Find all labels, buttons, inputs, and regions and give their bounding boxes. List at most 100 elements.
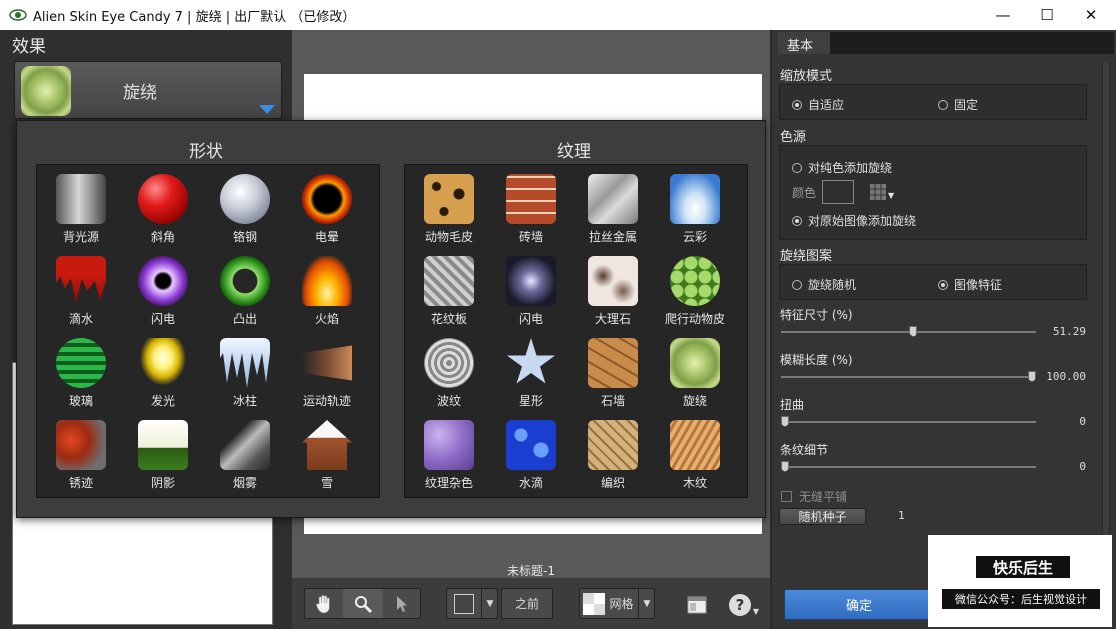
layout-toggle-button[interactable] (682, 590, 712, 619)
effect-tile-label: 运动轨迹 (302, 394, 351, 408)
twist-track[interactable] (781, 421, 1036, 423)
effect-tile-backlight[interactable]: 背光源 (40, 168, 122, 250)
effect-tile-extrude[interactable]: 凸出 (204, 250, 286, 332)
stripe-detail-track[interactable] (781, 466, 1036, 468)
radio-fit-label: 自适应 (808, 98, 845, 112)
checkbox-icon (781, 491, 792, 502)
radio-fixed[interactable]: 固定 (938, 96, 978, 113)
effect-tile-clouds[interactable]: 云彩 (654, 168, 736, 250)
effect-tile-label: 阴影 (150, 476, 175, 490)
maximize-button[interactable]: ☐ (1024, 0, 1070, 30)
effect-tile-water-drops[interactable]: 水滴 (490, 414, 572, 496)
effect-tile-chrome[interactable]: 铬钢 (204, 168, 286, 250)
watermark-subtitle: 微信公众号：后生视觉设计 (942, 589, 1100, 609)
effect-tile-glow[interactable]: 发光 (122, 332, 204, 414)
help-button[interactable]: ? ▼ (724, 590, 764, 619)
select-tool-button[interactable] (383, 589, 421, 618)
effect-picker-popup: 形状 纹理 背光源 斜角 铬钢 电晕 滴水 闪电 凸出 火焰 玻璃 发光 冰柱 运动轨迹 锈迹 阴影 烟雾 雪… (16, 120, 766, 518)
tab-basic[interactable]: 基本 (778, 32, 830, 54)
radio-random[interactable]: 旋绕随机 (792, 276, 856, 293)
feature-size-knob[interactable] (909, 326, 918, 337)
swirl-pattern-label: 旋绕图案 (780, 249, 833, 264)
effect-tile-glass[interactable]: 玻璃 (40, 332, 122, 414)
effect-selector-button[interactable]: 旋绕 (14, 61, 282, 119)
scrollbar-thumb[interactable] (1103, 63, 1109, 543)
seamless-tile-label: 无缝平铺 (799, 490, 848, 504)
effect-tile-smoke[interactable]: 烟雾 (204, 414, 286, 496)
effect-tile-marble[interactable]: 大理石 (572, 250, 654, 332)
effect-tile-rust[interactable]: 锈迹 (40, 414, 122, 496)
zoom-tool-button[interactable] (343, 589, 383, 618)
effect-tile-star[interactable]: 星形 (490, 332, 572, 414)
color-swatch-button[interactable] (822, 180, 854, 204)
ok-button[interactable]: 确定 (784, 589, 934, 620)
ripples-icon (424, 338, 474, 388)
effect-tile-brushed-metal[interactable]: 拉丝金属 (572, 168, 654, 250)
before-button[interactable]: 之前 (501, 588, 553, 619)
settings-scrollbar[interactable] (1102, 63, 1110, 543)
slider-label: 模糊长度 (%) (780, 353, 853, 367)
minimize-button[interactable]: — (980, 0, 1026, 30)
random-seed-button[interactable]: 随机种子 (779, 508, 866, 525)
grid-dropdown[interactable]: ▼ (638, 589, 655, 618)
grid-picker-icon (870, 183, 886, 200)
effect-tile-fire[interactable]: 火焰 (286, 250, 368, 332)
effect-tile-label: 纹理杂色 (424, 476, 473, 490)
effect-tile-weave[interactable]: 编织 (572, 414, 654, 496)
effect-tile-label: 大理石 (594, 312, 631, 326)
radio-random-label: 旋绕随机 (808, 278, 857, 292)
effect-tile-motion-trail[interactable]: 运动轨迹 (286, 332, 368, 414)
color-picker-dropdown[interactable]: ▼ (870, 183, 894, 200)
radio-selected-icon (792, 99, 802, 110)
smoke-icon (220, 420, 270, 470)
animal-fur-icon (424, 174, 474, 224)
effect-tile-label: 闪电 (150, 312, 175, 326)
effect-tile-label: 斜角 (150, 230, 175, 244)
twist-knob[interactable] (781, 416, 789, 427)
radio-original-image[interactable]: 对原始图像添加旋绕 (792, 212, 916, 229)
effect-tile-corona[interactable]: 电晕 (286, 168, 368, 250)
random-seed-value: 1 (898, 509, 905, 522)
radio-solid-color[interactable]: 对纯色添加旋绕 (792, 159, 892, 176)
radio-fit[interactable]: 自适应 (792, 96, 844, 113)
preview-toolbar: ▼ 之前 网格 ▼ ? ▼ (292, 578, 770, 629)
effect-tile-texture-noise[interactable]: 纹理杂色 (408, 414, 490, 496)
color-label: 颜色 (792, 186, 817, 200)
bg-color-dropdown[interactable]: ▼ (481, 589, 498, 618)
effect-tile-diamond-plate[interactable]: 花纹板 (408, 250, 490, 332)
blur-length-track[interactable] (781, 376, 1036, 378)
effect-tile-bevel[interactable]: 斜角 (122, 168, 204, 250)
effect-tile-animal-fur[interactable]: 动物毛皮 (408, 168, 490, 250)
effect-tile-label: 雪 (320, 476, 333, 490)
slider-label: 扭曲 (780, 398, 805, 412)
effect-tile-brick-wall[interactable]: 砖墙 (490, 168, 572, 250)
effect-tile-snow[interactable]: 雪 (286, 414, 368, 496)
feature-size-track[interactable] (781, 331, 1036, 333)
close-button[interactable]: ✕ (1068, 0, 1114, 30)
water-drops-icon (506, 420, 556, 470)
seamless-tile-checkbox[interactable]: 无缝平铺 (781, 488, 847, 505)
marble-icon (588, 256, 638, 306)
effect-tile-wood[interactable]: 木纹 (654, 414, 736, 496)
effect-tile-ripples[interactable]: 波纹 (408, 332, 490, 414)
effect-tile-label: 星形 (518, 394, 543, 408)
effect-tile-stone-wall[interactable]: 石墙 (572, 332, 654, 414)
background-color-button[interactable] (447, 589, 481, 618)
hand-tool-button[interactable] (305, 589, 343, 618)
effect-tile-lightning[interactable]: 闪电 (122, 250, 204, 332)
slider-value: 0 (1079, 415, 1086, 428)
effect-tile-icicles[interactable]: 冰柱 (204, 332, 286, 414)
watermark: 快乐后生 微信公众号：后生视觉设计 (928, 535, 1112, 627)
before-label: 之前 (514, 597, 539, 611)
effect-tile-swirl[interactable]: 旋绕 (654, 332, 736, 414)
effect-tile-drip[interactable]: 滴水 (40, 250, 122, 332)
effect-tile-lightning-texture[interactable]: 闪电 (490, 250, 572, 332)
effect-tile-label: 花纹板 (430, 312, 467, 326)
effect-tile-shadow[interactable]: 阴影 (122, 414, 204, 496)
grid-button[interactable]: 网格 (580, 589, 637, 618)
blur-length-knob[interactable] (1028, 371, 1036, 382)
radio-feature[interactable]: 图像特征 (938, 276, 1002, 293)
effect-tile-reptile-skin[interactable]: 爬行动物皮 (654, 250, 736, 332)
stripe-detail-knob[interactable] (781, 461, 789, 472)
slider-value: 51.29 (1052, 325, 1086, 338)
